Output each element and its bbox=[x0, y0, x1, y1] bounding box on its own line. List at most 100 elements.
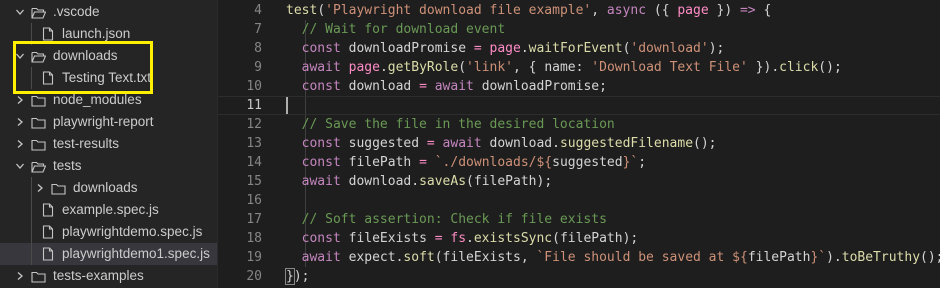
code-token: filePath bbox=[747, 250, 811, 265]
tree-folder-item[interactable]: tests-examples bbox=[0, 265, 217, 287]
code-token: await bbox=[442, 136, 482, 151]
tree-item-label: downloads bbox=[73, 180, 138, 195]
code-line[interactable]: 7 // Wait for download event bbox=[218, 20, 940, 39]
code-line[interactable]: 17 // Soft assertion: Check if file exis… bbox=[218, 210, 940, 229]
file-icon bbox=[40, 199, 56, 221]
code-line[interactable]: 15 await download.saveAs(filePath); bbox=[218, 172, 940, 191]
code-token: = bbox=[473, 41, 482, 56]
tree-folder-item[interactable]: tests bbox=[0, 155, 217, 177]
code-token: ({ bbox=[646, 3, 678, 18]
code-token: }` bbox=[810, 250, 827, 265]
code-line[interactable]: 19 await expect.soft(fileExists, `File s… bbox=[218, 248, 940, 267]
line-number: 12 bbox=[246, 117, 262, 132]
code-line[interactable]: 11 bbox=[218, 96, 940, 115]
chevron-right-icon[interactable] bbox=[33, 177, 47, 199]
tree-item-label: example.spec.js bbox=[62, 202, 159, 217]
code-line[interactable]: 10 const download = await downloadPromis… bbox=[218, 77, 940, 96]
code-token: ( bbox=[458, 60, 467, 75]
code-token: const bbox=[301, 41, 341, 56]
code-token: click bbox=[779, 60, 819, 75]
tree-file-item[interactable]: playwrightdemo.spec.js bbox=[0, 221, 217, 243]
code-line[interactable]: 13 const suggested = await download.sugg… bbox=[218, 134, 940, 153]
code-token: (filePath); bbox=[466, 174, 553, 189]
code-editor[interactable]: 4 test('Playwright download file example'… bbox=[218, 0, 940, 288]
code-token: fileExists bbox=[340, 231, 435, 246]
code-token: `File should be saved at ${ bbox=[536, 250, 748, 265]
code-token: download. bbox=[481, 136, 560, 151]
tree-folder-item[interactable]: playwright-report bbox=[0, 111, 217, 133]
code-token: ); bbox=[708, 41, 725, 56]
code-line[interactable]: 18 const fileExists = fs.existsSync(file… bbox=[218, 229, 940, 248]
line-number: 7 bbox=[254, 22, 262, 37]
line-number: 15 bbox=[246, 174, 262, 189]
chevron-down-icon[interactable] bbox=[13, 1, 27, 23]
folder-open-icon bbox=[30, 1, 46, 23]
line-number: 19 bbox=[246, 250, 262, 265]
code-token: filePath bbox=[340, 155, 420, 170]
code-token: = bbox=[419, 79, 427, 94]
code-line[interactable]: 9 await page.getByRole('link', { name: '… bbox=[218, 58, 940, 77]
code-line[interactable]: 14 const filePath = `./downloads/${sugge… bbox=[218, 153, 940, 172]
code-token: // Soft assertion: Check if file exists bbox=[301, 212, 607, 227]
code-text: const fileExists = fs.existsSync(filePat… bbox=[286, 229, 639, 248]
code-line[interactable]: 4 test('Playwright download file example'… bbox=[218, 1, 940, 20]
code-token: . bbox=[520, 41, 529, 56]
chevron-down-icon[interactable] bbox=[13, 155, 27, 177]
code-token: (fileExists, bbox=[434, 250, 537, 265]
line-number: 11 bbox=[246, 98, 262, 113]
code-token: (); bbox=[818, 60, 842, 75]
tree-folder-item[interactable]: downloads bbox=[0, 177, 217, 199]
code-line[interactable]: 16 bbox=[218, 191, 940, 210]
code-token: // Save the file in the desired location bbox=[301, 117, 615, 132]
tree-item-label: playwrightdemo1.spec.js bbox=[62, 246, 210, 261]
text-cursor bbox=[286, 97, 288, 114]
code-text: await download.saveAs(filePath); bbox=[286, 172, 552, 191]
chevron-right-icon[interactable] bbox=[13, 265, 27, 287]
code-text: const suggested = await download.suggest… bbox=[286, 134, 717, 153]
code-token: }) bbox=[708, 3, 740, 18]
code-token: ( bbox=[317, 3, 326, 18]
code-token: await bbox=[301, 250, 341, 265]
tree-file-item[interactable]: playwrightdemo1.spec.js bbox=[0, 243, 217, 265]
code-token: } bbox=[285, 268, 295, 285]
line-number: 17 bbox=[246, 212, 262, 227]
code-token: existsSync bbox=[473, 231, 553, 246]
code-token: toBeTruthy bbox=[841, 250, 921, 265]
code-token: }` bbox=[622, 155, 639, 170]
code-line[interactable]: 8 const downloadPromise = page.waitForEv… bbox=[218, 39, 940, 58]
tree-folder-item[interactable]: .vscode bbox=[0, 1, 217, 23]
line-number: 10 bbox=[246, 79, 262, 94]
file-icon bbox=[40, 243, 56, 265]
folder-icon bbox=[30, 133, 46, 155]
code-token: page bbox=[489, 41, 521, 56]
code-token: page bbox=[677, 3, 709, 18]
code-token: test bbox=[286, 3, 318, 18]
code-token: suggested bbox=[552, 155, 623, 170]
code-token: , bbox=[591, 3, 607, 18]
code-token: ; bbox=[638, 155, 647, 170]
folder-icon bbox=[30, 111, 46, 133]
chevron-right-icon[interactable] bbox=[13, 111, 27, 133]
code-line[interactable]: 12 // Save the file in the desired locat… bbox=[218, 115, 940, 134]
tree-folder-item[interactable]: test-results bbox=[0, 133, 217, 155]
code-token: . bbox=[379, 60, 388, 75]
tree-file-item[interactable]: example.spec.js bbox=[0, 199, 217, 221]
code-token: }). bbox=[747, 60, 780, 75]
code-token: 'Download Text File' bbox=[591, 60, 748, 75]
tree-item-label: tests bbox=[53, 158, 82, 173]
code-line[interactable]: 20}); bbox=[218, 267, 940, 286]
code-text: await expect.soft(fileExists, `File shou… bbox=[286, 248, 940, 267]
code-token: download bbox=[340, 79, 420, 94]
chevron-right-icon[interactable] bbox=[13, 133, 27, 155]
code-token: = bbox=[419, 155, 427, 170]
code-token: expect. bbox=[340, 250, 404, 265]
